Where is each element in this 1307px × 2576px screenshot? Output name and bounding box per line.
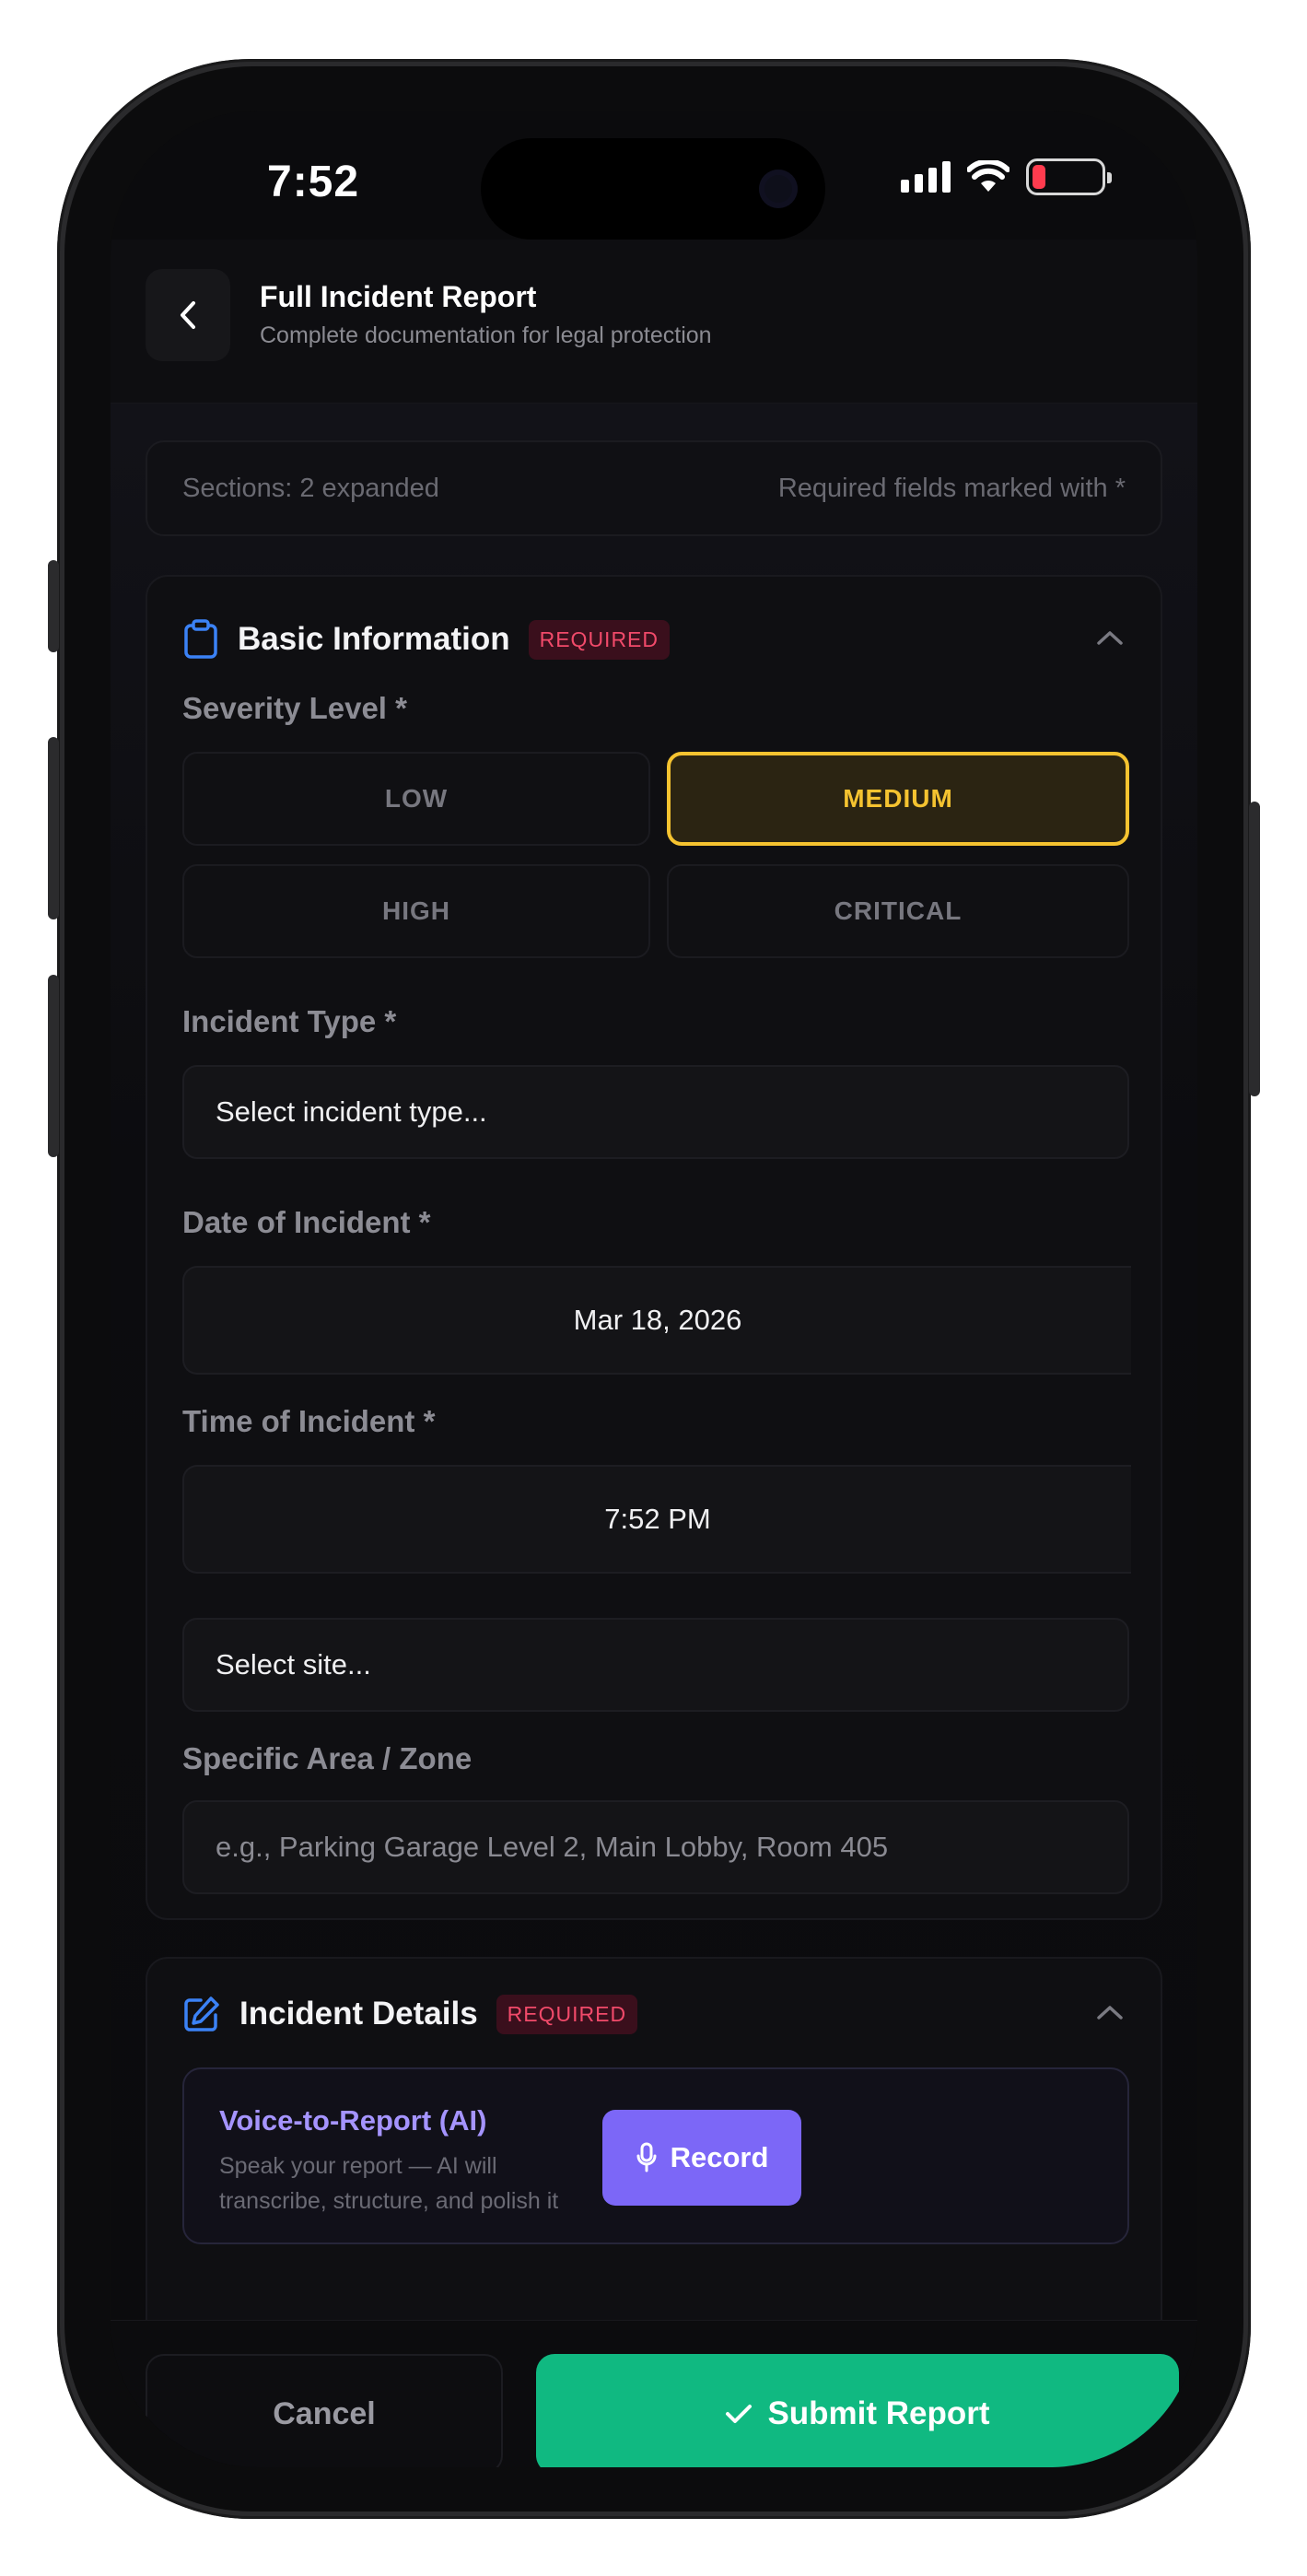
site-select[interactable]: Select site... [182, 1618, 1129, 1712]
dynamic-island [481, 138, 825, 240]
status-icons [901, 158, 1112, 195]
screen: 7:52 Full Incident Report Complete docum… [111, 111, 1197, 2467]
voice-to-report-panel: Voice-to-Report (AI) Speak your report —… [182, 2067, 1129, 2244]
record-label: Record [670, 2141, 769, 2173]
voice-to-report-description: Speak your report — AI will transcribe, … [219, 2153, 559, 2214]
time-of-incident-label: Time of Incident * [182, 1404, 436, 1438]
required-fields-note: Required fields marked with * [777, 474, 1126, 503]
chevron-left-icon [181, 301, 195, 329]
basic-information-header[interactable]: Basic Information REQUIRED [182, 612, 671, 667]
chevron-up-icon[interactable] [1096, 628, 1124, 647]
specific-area-input[interactable]: e.g., Parking Garage Level 2, Main Lobby… [182, 1800, 1129, 1894]
date-picker[interactable]: Mar 18, 2026 [182, 1266, 1131, 1375]
cellular-signal-icon [901, 161, 951, 193]
basic-information-title: Basic Information [238, 621, 510, 657]
required-badge: REQUIRED [528, 619, 671, 660]
phone-screen-holder: 7:52 Full Incident Report Complete docum… [57, 59, 1251, 2519]
wifi-icon [967, 160, 1009, 192]
edit-icon [184, 1996, 219, 2032]
submit-report-button[interactable]: Submit Report [536, 2354, 1179, 2467]
record-button[interactable]: Record [602, 2110, 801, 2206]
severity-critical-button[interactable]: CRITICAL [667, 864, 1129, 958]
incident-details-header[interactable]: Incident Details REQUIRED [182, 1986, 638, 2042]
page-subtitle: Complete documentation for legal protect… [260, 322, 712, 348]
header: Full Incident Report Complete documentat… [111, 240, 1197, 404]
incident-type-select[interactable]: Select incident type... [182, 1065, 1129, 1159]
required-badge: REQUIRED [496, 1994, 638, 2034]
severity-medium-button[interactable]: MEDIUM [667, 752, 1129, 846]
severity-low-button[interactable]: LOW [182, 752, 650, 846]
specific-area-label: Specific Area / Zone [182, 1741, 473, 1775]
incident-details-section: Incident Details REQUIRED Voice-to-Repor… [146, 1957, 1162, 2344]
cancel-button[interactable]: Cancel [146, 2354, 503, 2467]
status-bar: 7:52 [111, 111, 1197, 240]
sections-expanded-text: Sections: 2 expanded [182, 474, 439, 503]
battery-icon [1026, 158, 1112, 195]
voice-to-report-title: Voice-to-Report (AI) [219, 2104, 487, 2137]
checkmark-icon [726, 2405, 753, 2423]
severity-level-label: Severity Level * [182, 691, 407, 725]
date-of-incident-label: Date of Incident * [182, 1205, 431, 1239]
clipboard-icon [184, 619, 217, 659]
page-title: Full Incident Report [260, 280, 537, 313]
form-content[interactable]: Sections: 2 expanded Required fields mar… [111, 404, 1197, 2344]
sections-info-bar: Sections: 2 expanded Required fields mar… [146, 440, 1162, 536]
time-picker[interactable]: 7:52 PM [182, 1465, 1131, 1574]
footer-actions: Cancel Submit Report [111, 2320, 1197, 2467]
severity-high-button[interactable]: HIGH [182, 864, 650, 958]
status-time: 7:52 [267, 158, 360, 206]
incident-type-label: Incident Type * [182, 1004, 397, 1038]
incident-details-title: Incident Details [239, 1996, 478, 2032]
chevron-up-icon[interactable] [1096, 2003, 1124, 2021]
submit-report-label: Submit Report [767, 2395, 990, 2431]
back-button[interactable] [146, 269, 230, 361]
basic-information-section: Basic Information REQUIRED Severity Leve… [146, 575, 1162, 1920]
microphone-icon [636, 2142, 657, 2172]
camera-icon [759, 170, 798, 208]
